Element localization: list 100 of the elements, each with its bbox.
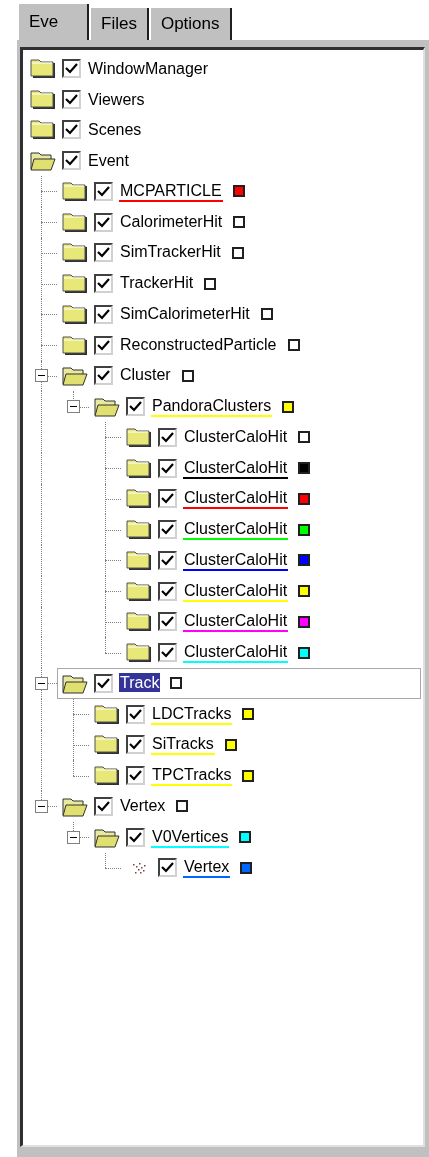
checkbox[interactable] bbox=[62, 58, 81, 78]
checkbox[interactable] bbox=[126, 735, 145, 755]
folder-icon bbox=[30, 88, 56, 110]
tree-item[interactable]: ClusterCaloHit bbox=[183, 457, 289, 479]
tree-item[interactable]: SimTrackerHit bbox=[119, 242, 222, 264]
checkbox[interactable] bbox=[126, 766, 145, 786]
folder-icon bbox=[126, 642, 152, 664]
tree-item[interactable]: ClusterCaloHit bbox=[183, 519, 289, 541]
check-icon bbox=[65, 124, 78, 136]
check-icon bbox=[97, 370, 110, 382]
tree-item[interactable]: ClusterCaloHit bbox=[183, 642, 289, 664]
checkbox[interactable] bbox=[94, 673, 113, 693]
tree-item[interactable]: PandoraClusters bbox=[151, 396, 273, 418]
check-icon bbox=[161, 862, 174, 874]
tree-item[interactable]: ReconstructedParticle bbox=[119, 334, 278, 356]
checkbox[interactable] bbox=[94, 335, 113, 355]
check-icon bbox=[161, 647, 174, 659]
checkbox[interactable] bbox=[158, 581, 177, 601]
checkbox[interactable] bbox=[158, 520, 177, 540]
checkbox[interactable] bbox=[94, 181, 113, 201]
tree-item[interactable]: WindowManager bbox=[87, 58, 210, 78]
checkbox[interactable] bbox=[62, 89, 81, 109]
tree-item[interactable]: Event bbox=[87, 151, 130, 171]
tree-item[interactable]: Vertex bbox=[119, 795, 167, 817]
tree-item[interactable]: Vertex bbox=[183, 857, 231, 879]
check-icon bbox=[97, 800, 110, 812]
tree-item[interactable]: ClusterCaloHit bbox=[183, 549, 289, 571]
check-icon bbox=[161, 462, 174, 474]
folder-icon bbox=[30, 119, 56, 141]
tree-item[interactable]: V0Vertices bbox=[151, 826, 230, 848]
collapse-toggle[interactable] bbox=[34, 369, 48, 383]
checkbox[interactable] bbox=[62, 120, 81, 140]
tree-item[interactable]: ClusterCaloHit bbox=[183, 611, 289, 633]
collapse-toggle[interactable] bbox=[34, 799, 48, 813]
open-folder-icon bbox=[94, 396, 120, 418]
tree-item[interactable]: ClusterCaloHit bbox=[183, 426, 289, 448]
tab[interactable]: Files bbox=[89, 8, 149, 40]
checkbox[interactable] bbox=[126, 397, 145, 417]
tree-item[interactable]: TrackerHit bbox=[119, 273, 195, 295]
folder-icon bbox=[62, 273, 88, 295]
check-icon bbox=[97, 677, 110, 689]
collapse-toggle[interactable] bbox=[34, 676, 48, 690]
tab[interactable]: Options bbox=[148, 8, 232, 40]
dotted-star-icon bbox=[131, 860, 147, 875]
open-folder-icon bbox=[62, 365, 88, 387]
tree-item[interactable]: ClusterCaloHit bbox=[183, 580, 289, 602]
checkbox[interactable] bbox=[94, 274, 113, 294]
folder-icon bbox=[126, 611, 152, 633]
open-folder-icon bbox=[94, 826, 120, 848]
check-icon bbox=[65, 93, 78, 105]
tree-item[interactable]: TPCTracks bbox=[151, 765, 233, 787]
checkbox[interactable] bbox=[94, 212, 113, 232]
checkbox[interactable] bbox=[94, 304, 113, 324]
tree-item[interactable]: ClusterCaloHit bbox=[183, 488, 289, 510]
check-icon bbox=[97, 216, 110, 228]
tree-item[interactable]: LDCTracks bbox=[151, 703, 233, 725]
folder-icon bbox=[126, 457, 152, 479]
check-icon bbox=[161, 554, 174, 566]
folder-icon bbox=[126, 426, 152, 448]
tab[interactable]: Eve bbox=[17, 4, 89, 40]
check-icon bbox=[97, 308, 110, 320]
checkbox[interactable] bbox=[126, 827, 145, 847]
folder-icon bbox=[30, 57, 56, 79]
check-icon bbox=[97, 247, 110, 259]
tree-item[interactable]: MCPARTICLE bbox=[119, 180, 223, 202]
collapse-toggle[interactable] bbox=[66, 400, 80, 414]
tree-item[interactable]: SiTracks bbox=[151, 734, 215, 756]
folder-icon bbox=[62, 334, 88, 356]
tree-item[interactable]: Scenes bbox=[87, 120, 143, 140]
checkbox[interactable] bbox=[158, 550, 177, 570]
checkbox[interactable] bbox=[158, 427, 177, 447]
checkbox[interactable] bbox=[158, 858, 177, 878]
tree-item[interactable]: Cluster bbox=[119, 365, 172, 387]
checkbox[interactable] bbox=[62, 151, 81, 171]
check-icon bbox=[65, 155, 78, 167]
check-icon bbox=[161, 616, 174, 628]
tree-item[interactable]: SimCalorimeterHit bbox=[119, 303, 251, 325]
checkbox[interactable] bbox=[94, 796, 113, 816]
check-icon bbox=[129, 770, 142, 782]
checkbox[interactable] bbox=[94, 366, 113, 386]
checkbox[interactable] bbox=[126, 704, 145, 724]
checkbox[interactable] bbox=[158, 643, 177, 663]
check-icon bbox=[129, 708, 142, 720]
folder-icon bbox=[126, 488, 152, 510]
folder-icon bbox=[62, 242, 88, 264]
tree-item[interactable]: Track bbox=[119, 672, 161, 694]
check-icon bbox=[161, 585, 174, 597]
collapse-toggle[interactable] bbox=[66, 830, 80, 844]
checkbox[interactable] bbox=[94, 243, 113, 263]
checkbox[interactable] bbox=[158, 489, 177, 509]
folder-icon bbox=[126, 519, 152, 541]
tree-item[interactable]: CalorimeterHit bbox=[119, 211, 224, 233]
checkbox[interactable] bbox=[158, 458, 177, 478]
checkbox[interactable] bbox=[158, 612, 177, 632]
check-icon bbox=[129, 831, 142, 843]
folder-icon bbox=[126, 549, 152, 571]
tree-item[interactable]: Viewers bbox=[87, 89, 146, 109]
open-folder-icon bbox=[62, 672, 88, 694]
check-icon bbox=[97, 185, 110, 197]
check-icon bbox=[161, 493, 174, 505]
